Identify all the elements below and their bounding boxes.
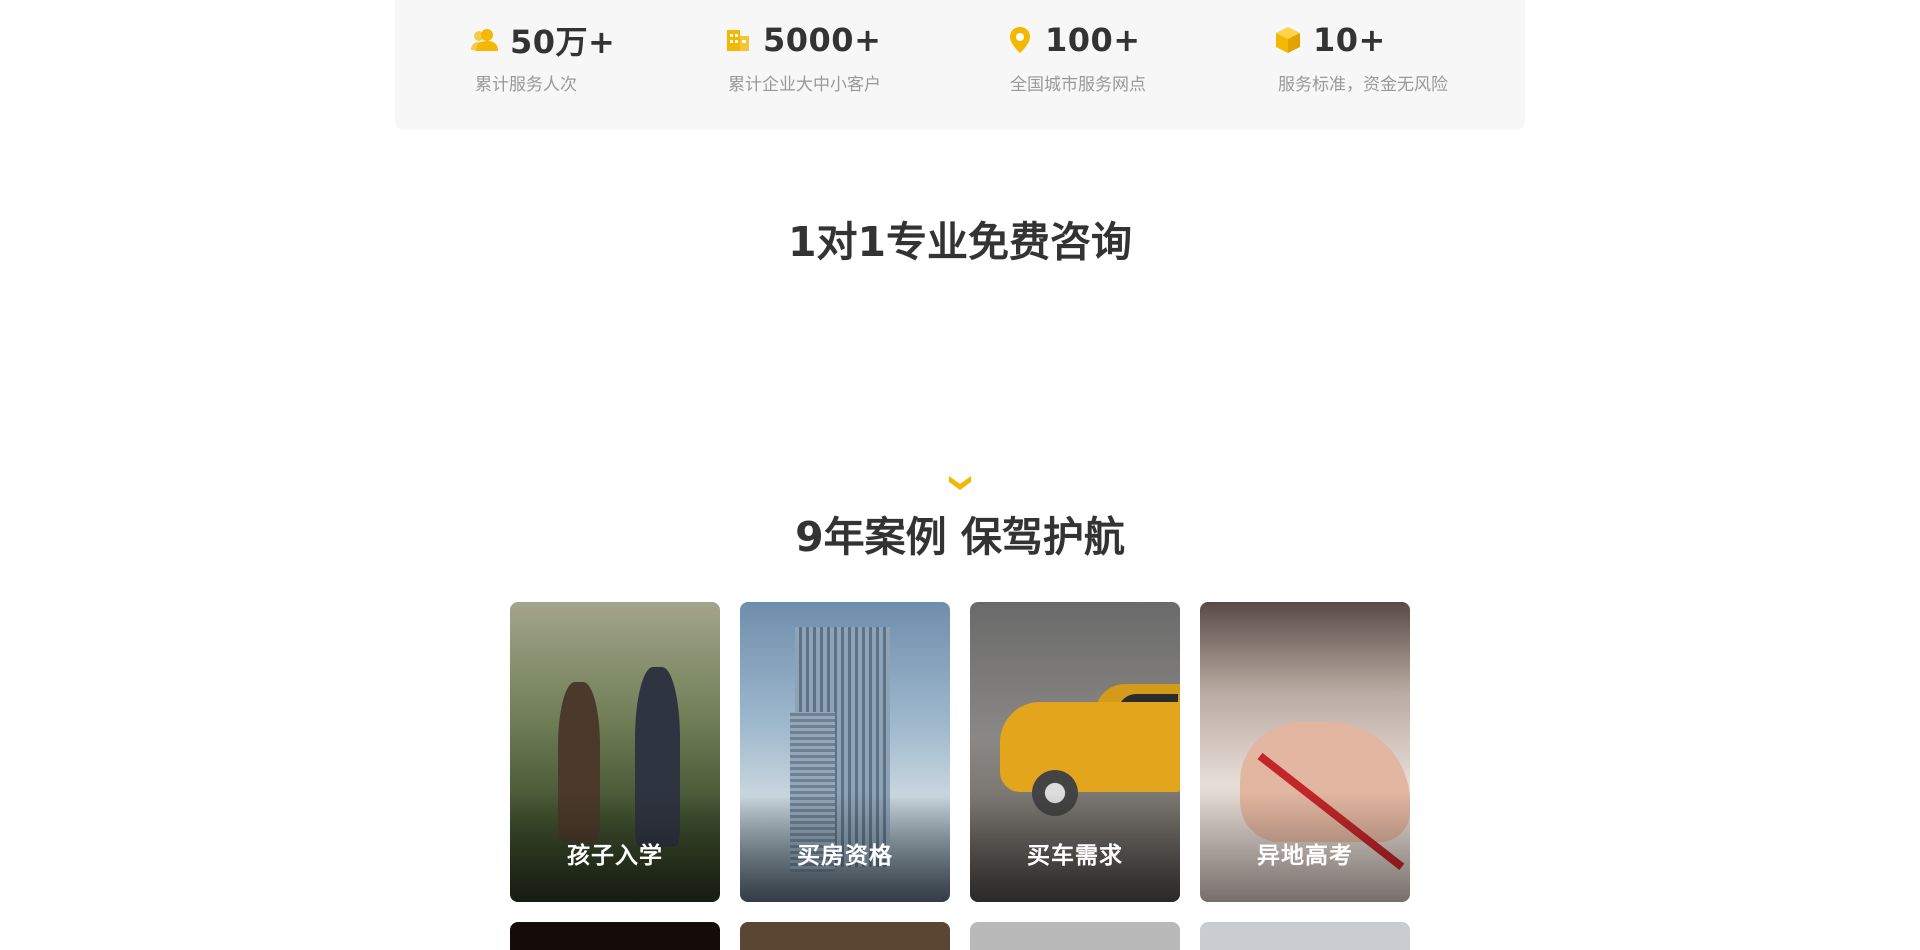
users-icon bbox=[470, 25, 500, 55]
case-card-home-purchase[interactable]: 买房资格 bbox=[740, 602, 950, 902]
stats-bar: 50万+ 累计服务人次 5000+ 累计企业大中小客户 100+ 全国城市服务网… bbox=[395, 0, 1525, 130]
case-card[interactable] bbox=[1200, 922, 1410, 950]
stat-label: 全国城市服务网点 bbox=[1010, 75, 1146, 95]
stat-enterprise-clients: 5000+ 累计企业大中小客户 bbox=[723, 20, 881, 95]
case-card[interactable] bbox=[510, 922, 720, 950]
card-label: 孩子入学 bbox=[567, 843, 663, 869]
stat-label: 累计服务人次 bbox=[475, 75, 577, 95]
card-label: 买车需求 bbox=[1027, 843, 1123, 869]
cases-title: 9年案例 保驾护航 bbox=[795, 513, 1125, 561]
consult-title: 1对1专业免费咨询 bbox=[787, 218, 1133, 266]
case-card[interactable] bbox=[740, 922, 950, 950]
stat-service-outlets: 100+ 全国城市服务网点 bbox=[1005, 20, 1146, 95]
page: 50万+ 累计服务人次 5000+ 累计企业大中小客户 100+ 全国城市服务网… bbox=[0, 0, 1920, 950]
stat-value: 10+ bbox=[1313, 21, 1386, 59]
card-label: 买房资格 bbox=[797, 843, 893, 869]
stat-label: 累计企业大中小客户 bbox=[728, 75, 881, 95]
stat-value: 50万+ bbox=[510, 23, 616, 61]
stat-service-standard: 10+ 服务标准，资金无风险 bbox=[1273, 20, 1448, 95]
chevron-down-icon bbox=[948, 474, 972, 492]
case-card[interactable] bbox=[970, 922, 1180, 950]
stat-served-people: 50万+ 累计服务人次 bbox=[470, 20, 615, 95]
case-card-school-enrollment[interactable]: 孩子入学 bbox=[510, 602, 720, 902]
location-pin-icon bbox=[1005, 25, 1035, 55]
stat-label: 服务标准，资金无风险 bbox=[1278, 75, 1448, 95]
card-car bbox=[1000, 702, 1180, 792]
card-label: 异地高考 bbox=[1257, 843, 1353, 869]
case-card-car-purchase[interactable]: 买车需求 bbox=[970, 602, 1180, 902]
case-card-remote-exam[interactable]: 异地高考 bbox=[1200, 602, 1410, 902]
building-icon bbox=[723, 25, 753, 55]
cube-icon bbox=[1273, 25, 1303, 55]
stat-value: 100+ bbox=[1045, 21, 1141, 59]
stat-value: 5000+ bbox=[763, 21, 882, 59]
